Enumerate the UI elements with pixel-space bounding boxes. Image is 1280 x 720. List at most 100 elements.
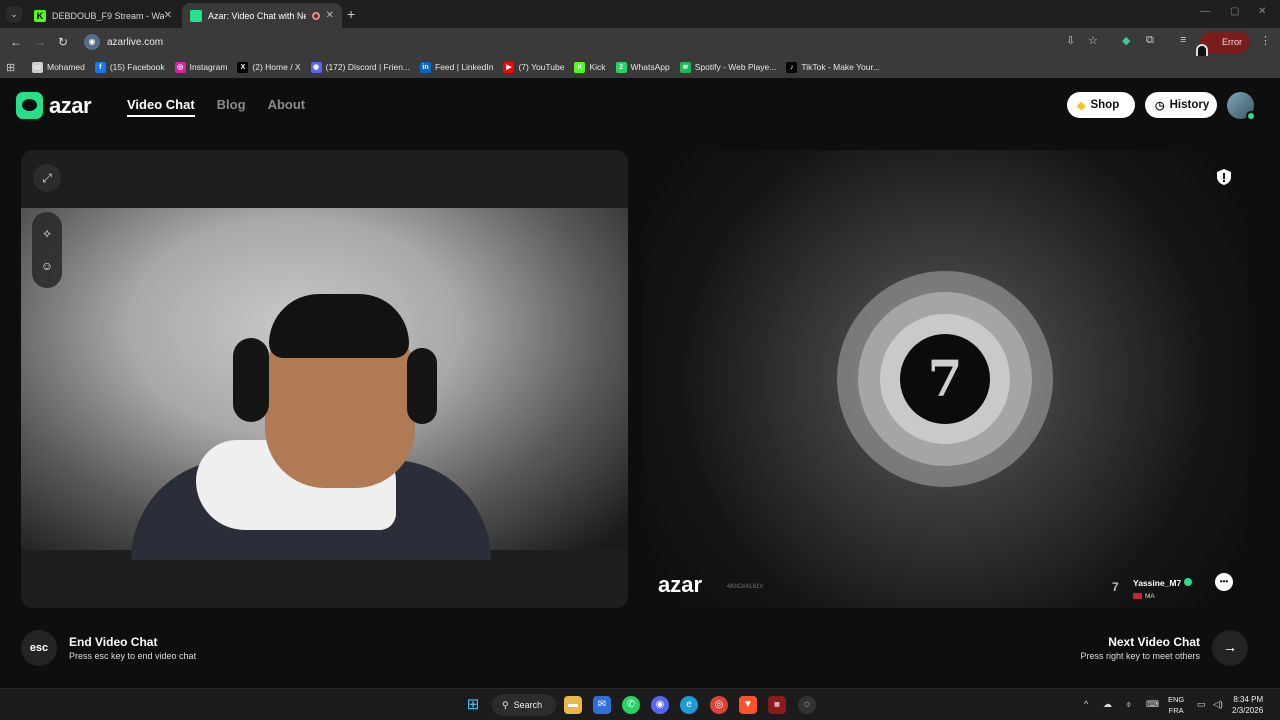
media-control-icon[interactable]: ≡ — [1180, 34, 1186, 46]
minimize-icon[interactable]: — — [1200, 6, 1210, 17]
user-avatar[interactable] — [1227, 92, 1256, 121]
close-tab-icon[interactable]: ✕ — [164, 10, 172, 21]
site-info-icon[interactable]: ◉ — [84, 34, 100, 50]
bookmark-item[interactable]: ▭ Mohamed — [32, 61, 85, 73]
bookmark-item[interactable]: ♪ TikTok - Make Your... — [786, 61, 880, 73]
whatsapp-icon: 2 — [615, 61, 627, 73]
youtube-icon: ▶ — [503, 61, 515, 73]
report-shield-icon[interactable] — [1215, 168, 1233, 186]
onedrive-icon[interactable]: ☁ — [1103, 699, 1112, 710]
video-tools: ✧ ☺ — [32, 212, 62, 288]
close-window-icon[interactable]: ✕ — [1258, 6, 1266, 17]
bookmarks-bar: ⊞ ▭ Mohamed f (15) Facebook ◎ Instagram X (2) H… — [0, 56, 1280, 78]
face-filter-icon[interactable]: ☺ — [41, 259, 53, 273]
connecting-rings: 7 — [837, 271, 1053, 487]
magic-wand-icon[interactable]: ✧ — [42, 227, 52, 241]
close-tab-icon[interactable]: ✕ — [326, 10, 334, 21]
chat-bubble-icon[interactable]: ••• — [1215, 573, 1233, 591]
bookmark-item[interactable]: f (15) Facebook — [94, 61, 165, 73]
install-icon[interactable]: ⇩ — [1066, 34, 1075, 47]
x-icon: X — [237, 61, 249, 73]
partner-profile-image: 7 — [900, 334, 990, 424]
discord-icon[interactable]: ◉ — [651, 696, 669, 714]
windows-start-icon[interactable]: ⊞ — [464, 696, 482, 714]
extensions-icon[interactable]: ⧉ — [1146, 34, 1154, 47]
search-label: Search — [513, 700, 543, 710]
maximize-icon[interactable]: ▢ — [1230, 6, 1239, 17]
chrome-icon[interactable]: ◎ — [710, 696, 728, 714]
bookmark-star-icon[interactable]: ☆ — [1088, 34, 1098, 47]
bookmark-item[interactable]: ▶ (7) YouTube — [503, 61, 564, 73]
end-chat-hint: Press esc key to end video chat — [69, 651, 197, 661]
end-chat-button[interactable]: esc — [21, 630, 57, 666]
azar-logo[interactable]: azar — [16, 92, 92, 119]
system-clock[interactable]: 8:34 PM 2/3/2026 — [1232, 694, 1263, 716]
nav-blog[interactable]: Blog — [217, 97, 246, 117]
bookmark-item[interactable]: K Kick — [574, 61, 606, 73]
input-language[interactable]: ENG FRA — [1168, 694, 1184, 716]
extension-shield-icon[interactable]: ◆ — [1122, 34, 1130, 47]
nav-video-chat[interactable]: Video Chat — [127, 97, 195, 117]
end-chat-title: End Video Chat — [69, 635, 158, 649]
app-icon[interactable]: ◌ — [798, 696, 816, 714]
taskbar-search[interactable]: ⚲ Search — [492, 694, 556, 716]
new-tab-button[interactable]: + — [347, 6, 355, 22]
mail-icon[interactable]: ✉ — [593, 696, 611, 714]
bookmark-item[interactable]: ≋ Spotify - Web Playe... — [679, 61, 776, 73]
microphone-icon[interactable]: ⌽ — [1126, 699, 1131, 710]
partner-avatar: 7 — [1112, 579, 1119, 594]
url-text: azarlive.com — [107, 36, 164, 48]
kick-icon: K — [574, 61, 586, 73]
forward-icon[interactable]: → — [34, 35, 46, 49]
tab-search-icon[interactable]: ⌄ — [6, 6, 22, 22]
tray-overflow-icon[interactable]: ^ — [1084, 699, 1088, 709]
bookmark-label: Kick — [589, 62, 606, 72]
obs-app-icon[interactable]: ▦ — [768, 696, 786, 714]
browser-menu-icon[interactable]: ⋮ — [1260, 34, 1271, 47]
expand-icon[interactable]: ⤢ — [33, 164, 61, 192]
bookmark-item[interactable]: 2 WhatsApp — [615, 61, 670, 73]
tab-azar[interactable]: Azar: Video Chat with New ✕ — [182, 3, 342, 28]
file-explorer-icon[interactable]: ▬ — [564, 696, 582, 714]
clock-date: 2/3/2026 — [1232, 706, 1264, 715]
apps-grid-icon[interactable]: ⊞ — [6, 61, 32, 74]
bookmark-item[interactable]: X (2) Home / X — [237, 61, 301, 73]
shop-button[interactable]: ◆ Shop — [1067, 92, 1135, 118]
watermark-id: 4KhCeXL61V — [727, 584, 764, 590]
keyboard-icon[interactable]: ⌨ — [1146, 699, 1159, 710]
recording-icon — [311, 11, 320, 20]
azar-icon — [190, 9, 202, 22]
bookmark-label: (172) Discord | Frien... — [325, 62, 411, 72]
azar-watermark: azar — [658, 572, 703, 597]
bookmark-item[interactable]: ◎ Instagram — [174, 61, 227, 73]
next-chat-hint: Press right key to meet others — [1080, 651, 1200, 661]
online-status-dot — [1246, 111, 1256, 121]
next-arrow-button[interactable]: → — [1212, 630, 1248, 666]
nav-about[interactable]: About — [268, 97, 306, 117]
partner-name: Yassine_M7 — [1133, 578, 1182, 588]
spotify-icon: ≋ — [679, 61, 691, 73]
bookmark-label: Mohamed — [47, 62, 85, 72]
back-icon[interactable]: ← — [10, 35, 22, 49]
volume-icon[interactable]: ◁) — [1213, 699, 1223, 710]
history-button[interactable]: ◷ History — [1145, 92, 1217, 118]
brave-icon[interactable]: ▼ — [739, 696, 757, 714]
partner-info[interactable]: 7 Yassine_M7 MA — [1112, 573, 1193, 600]
azar-logo-icon — [16, 92, 43, 119]
azar-page: azar Video Chat Blog About ◆ Shop ◷ Hist… — [0, 78, 1280, 688]
bookmark-item[interactable]: in Feed | LinkedIn — [420, 61, 493, 73]
reload-icon[interactable]: ↻ — [58, 35, 68, 49]
bookmark-item[interactable]: ◉ (172) Discord | Frien... — [310, 61, 411, 73]
search-icon: ⚲ — [502, 699, 509, 710]
morocco-flag-icon — [1133, 593, 1142, 600]
clock-icon: ◷ — [1155, 99, 1165, 112]
display-icon[interactable]: ▭ — [1197, 699, 1206, 710]
url-field[interactable]: ◉ azarlive.com — [80, 31, 1110, 53]
browser-tab-strip: ⌄ K DEBDOUB_F9 Stream - Watch L ✕ Azar: … — [0, 0, 1280, 28]
facebook-icon: f — [94, 61, 106, 73]
folder-icon: ▭ — [32, 61, 43, 73]
whatsapp-icon[interactable]: ✆ — [622, 696, 640, 714]
bookmark-label: (15) Facebook — [109, 62, 165, 72]
tab-kick-stream[interactable]: K DEBDOUB_F9 Stream - Watch L ✕ — [26, 3, 180, 28]
edge-icon[interactable]: e — [680, 696, 698, 714]
